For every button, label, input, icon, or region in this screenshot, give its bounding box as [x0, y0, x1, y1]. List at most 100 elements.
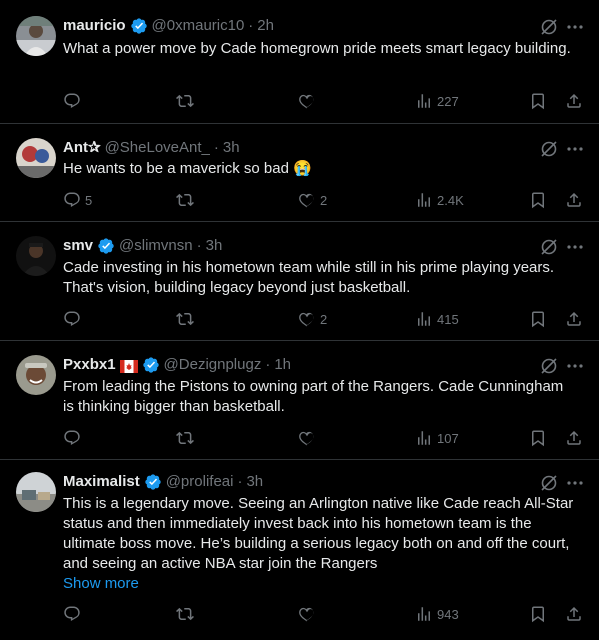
repost-icon	[176, 607, 194, 621]
more-options-icon[interactable]	[565, 139, 585, 159]
reply-button[interactable]	[63, 428, 85, 448]
more-options-icon[interactable]	[565, 237, 585, 257]
tweet[interactable]: Maximalist @prolifeai · 3h This is a leg…	[0, 460, 599, 640]
reply-icon	[64, 311, 80, 326]
share-button[interactable]	[565, 91, 583, 111]
share-button[interactable]	[565, 604, 583, 624]
tweet-text: He wants to be a maverick so bad 😭	[63, 160, 312, 177]
handle[interactable]: @0xmauric10	[152, 16, 245, 36]
bookmark-icon	[532, 93, 544, 110]
display-name[interactable]: Maximalist	[63, 472, 140, 492]
views-chart-icon	[418, 431, 430, 445]
share-icon	[567, 311, 581, 326]
display-name[interactable]: Ant✰	[63, 138, 101, 158]
separator-dot: ·	[237, 473, 243, 490]
bookmark-button[interactable]	[529, 428, 547, 448]
view-count: 415	[437, 311, 459, 327]
handle[interactable]: @SheLoveAnt_	[105, 138, 210, 158]
repost-icon	[176, 193, 194, 207]
view-count: 227	[437, 93, 459, 109]
views-button[interactable]: 227	[415, 91, 459, 111]
reply-button[interactable]	[63, 91, 85, 111]
share-icon	[567, 93, 581, 108]
reply-button[interactable]	[63, 604, 85, 624]
share-icon	[567, 430, 581, 445]
reply-icon	[64, 430, 80, 445]
views-button[interactable]: 943	[415, 604, 459, 624]
timestamp[interactable]: 3h	[206, 236, 223, 256]
views-button[interactable]: 2.4K	[415, 190, 464, 210]
share-button[interactable]	[565, 309, 583, 329]
views-chart-icon	[418, 94, 430, 108]
handle[interactable]: @Dezignplugz	[164, 355, 262, 375]
heart-icon	[299, 431, 314, 446]
tweet-text: What a power move by Cade homegrown prid…	[63, 40, 571, 57]
views-chart-icon	[418, 607, 430, 621]
bookmark-icon	[532, 192, 544, 209]
avatar[interactable]	[16, 138, 56, 178]
like-button[interactable]: 2	[298, 309, 327, 329]
tweet[interactable]: Pxxbx1 @Dezignplugz · 1h From leading th…	[0, 341, 599, 460]
show-more-link[interactable]: Show more	[63, 574, 577, 594]
grok-icon[interactable]	[539, 237, 559, 257]
repost-button[interactable]	[176, 91, 198, 111]
timestamp[interactable]: 3h	[223, 138, 240, 158]
share-button[interactable]	[565, 190, 583, 210]
share-icon	[567, 192, 581, 207]
avatar[interactable]	[16, 16, 56, 56]
repost-button[interactable]	[176, 428, 198, 448]
bookmark-button[interactable]	[529, 309, 547, 329]
more-options-icon[interactable]	[565, 473, 585, 493]
reply-icon	[64, 93, 80, 108]
avatar[interactable]	[16, 236, 56, 276]
avatar[interactable]	[16, 472, 56, 512]
views-button[interactable]: 415	[415, 309, 459, 329]
display-name[interactable]: Pxxbx1	[63, 355, 116, 375]
avatar[interactable]	[16, 355, 56, 395]
bookmark-button[interactable]	[529, 190, 547, 210]
grok-icon[interactable]	[539, 139, 559, 159]
like-count: 2	[320, 192, 328, 208]
more-options-icon[interactable]	[565, 356, 585, 376]
view-count: 107	[437, 430, 459, 446]
reply-button[interactable]: 5	[63, 190, 92, 210]
like-button[interactable]	[298, 91, 320, 111]
like-button[interactable]	[298, 428, 320, 448]
repost-button[interactable]	[176, 190, 198, 210]
display-name[interactable]: smv	[63, 236, 93, 256]
timestamp[interactable]: 3h	[246, 472, 263, 492]
handle[interactable]: @prolifeai	[166, 472, 234, 492]
repost-button[interactable]	[176, 309, 198, 329]
bookmark-button[interactable]	[529, 604, 547, 624]
tweet[interactable]: Ant✰ @SheLoveAnt_ · 3h He wants to be a …	[0, 124, 599, 222]
like-button[interactable]: 2	[298, 190, 327, 210]
views-chart-icon	[418, 193, 430, 207]
bookmark-icon	[532, 606, 544, 623]
display-name[interactable]: mauricio	[63, 16, 126, 36]
heart-icon	[299, 312, 314, 327]
more-options-icon[interactable]	[565, 17, 585, 37]
tweet-text: This is a legendary move. Seeing an Arli…	[63, 495, 574, 572]
verified-badge-icon	[142, 356, 160, 374]
tweet[interactable]: mauricio @0xmauric10 · 2h What a power m…	[0, 0, 599, 124]
tweet-text: Cade investing in his hometown team whil…	[63, 259, 555, 296]
like-count: 2	[320, 311, 328, 327]
view-count: 943	[437, 606, 459, 622]
verified-badge-icon	[130, 17, 148, 35]
share-button[interactable]	[565, 428, 583, 448]
canada-flag-icon	[119, 359, 138, 373]
verified-badge-icon	[97, 237, 115, 255]
bookmark-button[interactable]	[529, 91, 547, 111]
timestamp[interactable]: 1h	[274, 355, 291, 375]
views-button[interactable]: 107	[415, 428, 459, 448]
repost-button[interactable]	[176, 604, 198, 624]
grok-icon[interactable]	[539, 17, 559, 37]
grok-icon[interactable]	[539, 356, 559, 376]
heart-icon	[299, 94, 314, 109]
like-button[interactable]	[298, 604, 320, 624]
handle[interactable]: @slimvnsn	[119, 236, 193, 256]
timestamp[interactable]: 2h	[257, 16, 274, 36]
reply-button[interactable]	[63, 309, 85, 329]
grok-icon[interactable]	[539, 473, 559, 493]
tweet[interactable]: smv @slimvnsn · 3h Cade investing in his…	[0, 222, 599, 341]
